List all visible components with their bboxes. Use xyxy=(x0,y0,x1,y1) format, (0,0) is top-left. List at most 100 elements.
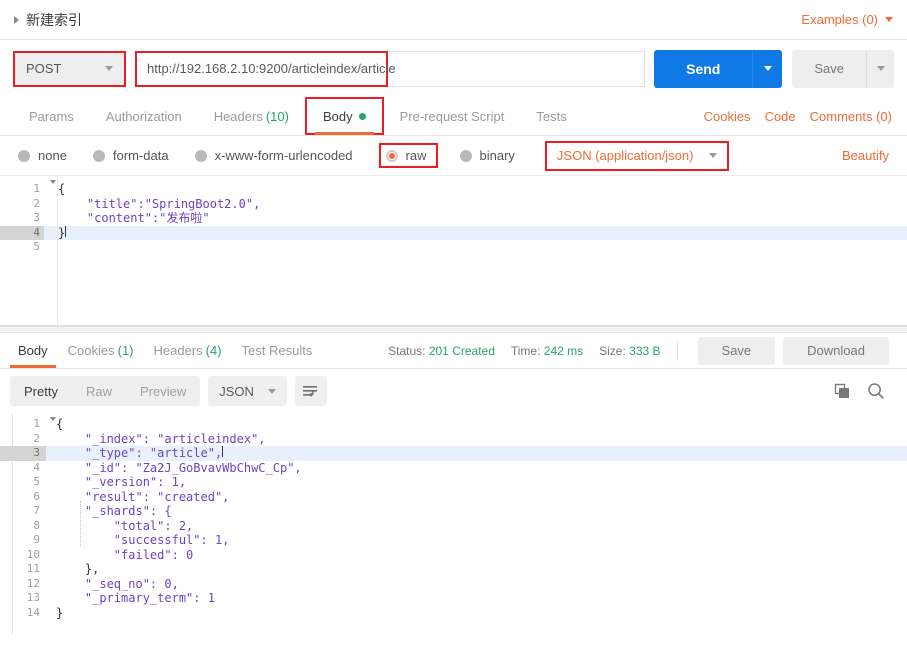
page-title: 新建索引 xyxy=(26,11,82,28)
save-request-button[interactable]: Save xyxy=(792,49,866,88)
response-tab-test-results[interactable]: Test Results xyxy=(232,333,323,368)
response-tab-headers[interactable]: Headers (4) xyxy=(144,333,232,368)
response-format-select[interactable]: JSON xyxy=(208,376,287,406)
url-input-wrapper[interactable]: http://192.168.2.10:9200/articleindex/ar… xyxy=(135,50,646,87)
expand-triangle-icon[interactable] xyxy=(14,15,19,24)
code-line: 14 } xyxy=(0,606,907,621)
tab-count: (4) xyxy=(205,343,222,358)
chevron-down-icon xyxy=(876,66,885,71)
tab-count: (10) xyxy=(265,108,289,124)
separator xyxy=(676,340,678,361)
tab-label: Tests xyxy=(536,108,567,124)
response-toolbar-actions xyxy=(834,382,897,400)
response-tab-cookies[interactable]: Cookies (1) xyxy=(58,333,144,368)
line-number: 13 xyxy=(26,591,40,604)
tab-authorization[interactable]: Authorization xyxy=(90,97,198,135)
line-number: 5 xyxy=(33,240,40,253)
text-cursor xyxy=(65,225,67,237)
body-type-form-data[interactable]: form-data xyxy=(92,148,169,163)
text-cursor xyxy=(222,446,224,457)
line-number: 14 xyxy=(26,605,40,619)
line-number: 10 xyxy=(26,547,40,561)
save-options-button[interactable] xyxy=(866,49,894,88)
copy-icon[interactable] xyxy=(834,383,851,400)
wrap-lines-icon xyxy=(303,386,318,397)
line-number: 11 xyxy=(26,562,40,575)
radio-label: form-data xyxy=(112,148,169,163)
code-line: 9 "successful": 1, xyxy=(0,533,907,548)
radio-label: raw xyxy=(405,148,427,163)
tab-label: Test Results xyxy=(241,343,313,358)
tab-body[interactable]: Body xyxy=(304,97,384,135)
line-number: 3 xyxy=(33,211,40,224)
code-line: 1 { xyxy=(0,417,907,432)
tab-params[interactable]: Params xyxy=(13,97,90,135)
code-line: 2 "_index": "articleindex", xyxy=(0,432,907,447)
line-text: "successful": 1, xyxy=(56,533,230,547)
body-type-raw[interactable]: raw xyxy=(378,143,438,168)
code-link[interactable]: Code xyxy=(765,109,796,124)
code-line: 8 "total": 2, xyxy=(0,519,907,534)
fold-arrow-icon[interactable] xyxy=(50,180,56,184)
tab-label: Headers xyxy=(213,108,263,124)
send-button[interactable]: Send xyxy=(654,49,753,88)
body-type-binary[interactable]: binary xyxy=(459,148,515,163)
line-number: 1 xyxy=(33,182,40,195)
tab-label: Params xyxy=(29,108,74,124)
code-line: 6 "result": "created", xyxy=(0,490,907,505)
view-mode-raw[interactable]: Raw xyxy=(72,384,126,399)
line-text: "_id": "Za2J_GoBvavWbChwC_Cp", xyxy=(56,460,302,475)
body-type-none[interactable]: none xyxy=(18,148,67,163)
request-tabs: Params Authorization Headers (10) Body P… xyxy=(0,97,907,136)
request-body-editor[interactable]: 1 { 2 "title":"SpringBoot2.0", 3 "conten… xyxy=(0,176,907,326)
size-value: 333 B xyxy=(629,343,661,358)
comments-link[interactable]: Comments (0) xyxy=(810,109,892,124)
tab-label: Cookies xyxy=(67,343,115,358)
line-text: }, xyxy=(56,562,100,576)
code-line: 4 "_id": "Za2J_GoBvavWbChwC_Cp", xyxy=(0,461,907,476)
code-line: 13 "_primary_term": 1 xyxy=(0,591,907,606)
fold-arrow-icon[interactable] xyxy=(50,417,56,421)
view-mode-pretty[interactable]: Pretty xyxy=(10,384,72,399)
code-line: 12 "_seq_no": 0, xyxy=(0,577,907,592)
radio-icon xyxy=(194,149,207,162)
time-label: Time: xyxy=(510,343,541,358)
line-text: "_type": "article", xyxy=(56,446,223,460)
line-number: 6 xyxy=(33,489,40,503)
line-number: 2 xyxy=(33,431,40,445)
line-number: 9 xyxy=(33,533,40,546)
body-type-urlencoded[interactable]: x-www-form-urlencoded xyxy=(194,148,353,163)
tab-label: Body xyxy=(322,108,353,124)
save-response-button[interactable]: Save xyxy=(697,336,776,365)
chevron-down-icon[interactable] xyxy=(885,17,893,22)
code-line: 3 "content":"发布啦" xyxy=(0,211,907,226)
wrap-lines-button[interactable] xyxy=(294,376,327,406)
examples-link[interactable]: Examples (0) xyxy=(801,12,878,27)
tab-headers[interactable]: Headers (10) xyxy=(198,97,305,135)
radio-label: binary xyxy=(479,148,515,163)
send-options-button[interactable] xyxy=(752,49,783,88)
tab-tests[interactable]: Tests xyxy=(520,97,582,135)
status-value: 201 Created xyxy=(428,343,495,358)
response-body-editor[interactable]: 1 { 2 "_index": "articleindex", 3 "_type… xyxy=(0,413,907,635)
response-tab-body[interactable]: Body xyxy=(8,333,58,368)
chevron-down-icon xyxy=(709,153,718,158)
content-type-select[interactable]: JSON (application/json) xyxy=(544,140,730,171)
search-icon[interactable] xyxy=(867,382,885,400)
view-mode-preview[interactable]: Preview xyxy=(126,384,200,399)
code-line: 1 { xyxy=(0,180,907,197)
cookies-link[interactable]: Cookies xyxy=(704,109,751,124)
download-response-button[interactable]: Download xyxy=(783,336,889,365)
body-type-row: none form-data x-www-form-urlencoded raw… xyxy=(0,136,907,176)
panel-divider[interactable] xyxy=(0,326,907,333)
beautify-button[interactable]: Beautify xyxy=(842,148,889,163)
radio-label: x-www-form-urlencoded xyxy=(214,148,353,163)
http-method-value: POST xyxy=(26,61,62,76)
tab-label: Body xyxy=(18,343,48,358)
tab-pre-request-script[interactable]: Pre-request Script xyxy=(384,97,521,135)
url-input[interactable]: http://192.168.2.10:9200/articleindex/ar… xyxy=(135,50,396,87)
http-method-select[interactable]: POST xyxy=(13,50,126,87)
tab-count: (1) xyxy=(117,343,134,358)
line-text: { xyxy=(58,182,66,196)
chevron-down-icon xyxy=(105,66,113,71)
